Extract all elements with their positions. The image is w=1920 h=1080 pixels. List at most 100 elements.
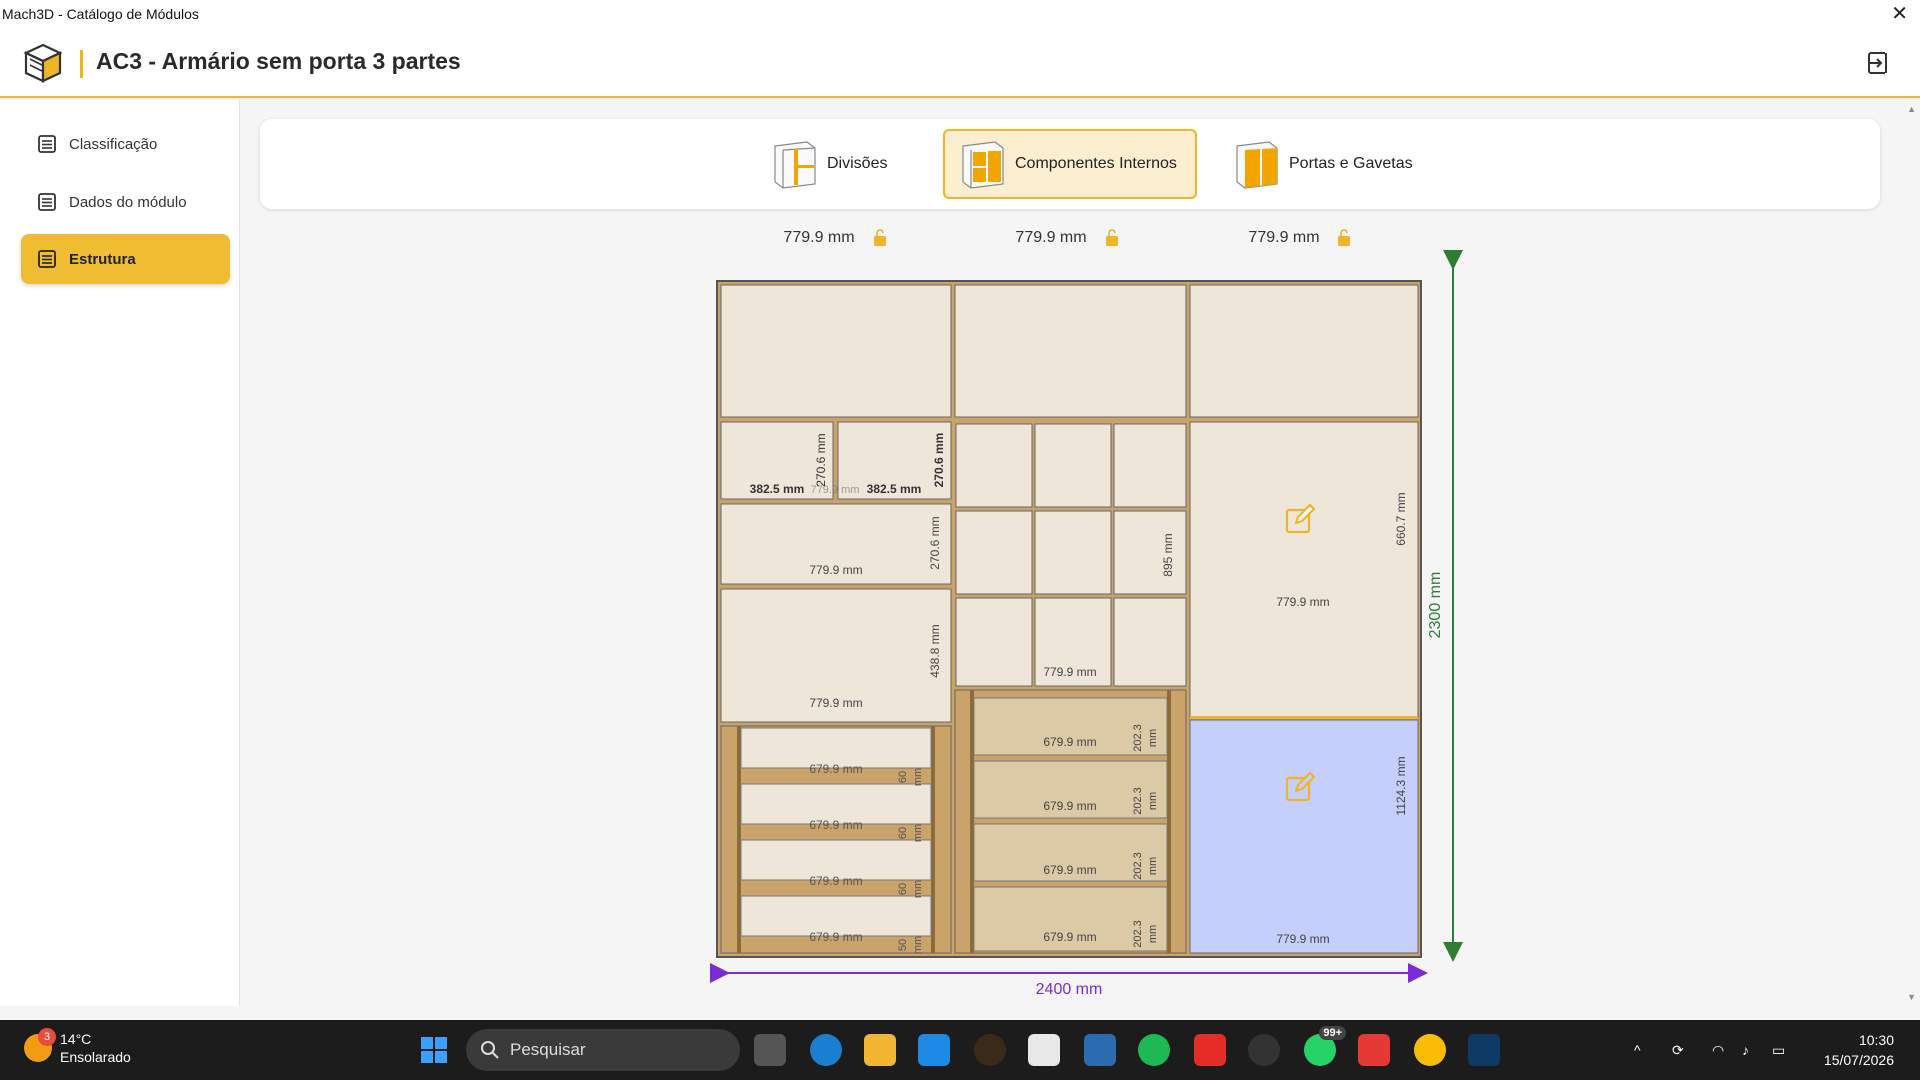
drawer-height-label: 60 [897, 827, 909, 839]
unlock-icon[interactable] [1106, 229, 1118, 246]
grid-width-label: 779.9 mm [1043, 665, 1096, 679]
niche-grid [955, 423, 1187, 687]
compartment-height-label: 1124.3 mm [1394, 756, 1408, 815]
drawer-width-label: 679.9 mm [1043, 930, 1096, 944]
anydesk-icon[interactable] [1358, 1034, 1390, 1066]
niche-height-label: 270.6 mm [814, 433, 828, 486]
app-icon-2[interactable] [1468, 1034, 1500, 1066]
exit-icon[interactable] [1866, 50, 1892, 76]
page-title: AC3 - Armário sem porta 3 partes [96, 48, 461, 74]
drawer-side-panel [931, 726, 935, 953]
weather-desc: Ensolarado [60, 1049, 131, 1065]
top-width-label: 779.9 mm [1015, 229, 1086, 246]
search-icon [481, 1041, 499, 1059]
total-height-label: 2300 mm [1427, 572, 1444, 639]
niche[interactable] [1113, 510, 1187, 595]
niche[interactable] [1113, 597, 1187, 687]
sidebar-item-estrutura[interactable]: Estrutura [21, 234, 230, 284]
list-icon [38, 135, 56, 153]
top-width-label: 779.9 mm [783, 229, 854, 246]
taskbar-clock[interactable]: 10:30 15/07/2026 [1824, 1030, 1894, 1070]
compartment[interactable] [954, 284, 1187, 418]
niche-width-label: 382.5 mm [867, 482, 922, 496]
compartment-height-label: 438.8 mm [928, 624, 942, 677]
compartment-width-label: 779.9 mm [1276, 595, 1329, 609]
drawer-height-label: 60 [897, 771, 909, 783]
header-separator [80, 50, 83, 78]
niche[interactable] [955, 510, 1033, 595]
chatgpt-icon[interactable] [1248, 1034, 1280, 1066]
weather-sun-icon: 3 [24, 1028, 56, 1062]
top-width-label: 779.9 mm [1248, 229, 1319, 246]
compartment[interactable] [1189, 421, 1419, 719]
tray-chevron-icon[interactable]: ^ [1634, 1020, 1641, 1080]
vscode-icon[interactable] [918, 1034, 950, 1066]
drawer-height-unit: mm [912, 768, 924, 786]
niche[interactable] [955, 423, 1033, 508]
niche-width-label: 382.5 mm [750, 482, 805, 496]
sidebar-item-label: Estrutura [69, 250, 136, 268]
chrome-icon[interactable] [1414, 1034, 1446, 1066]
niche[interactable] [1034, 423, 1112, 508]
niche[interactable] [1113, 423, 1187, 508]
drawer-height-unit: mm [912, 880, 924, 898]
main-content: ▲ ▼ Divisões Componentes Internos Portas… [241, 100, 1920, 1006]
drawer-width-label: 679.9 mm [809, 762, 862, 776]
whatsapp-icon[interactable]: 99+ [1304, 1026, 1346, 1066]
cabinet-drawing: 779.9 mm 779.9 mm 779.9 mm 382.5 mm 779.… [710, 229, 1463, 998]
drawer-side-panel [970, 690, 974, 953]
drawer-height-label: 202.3 [1132, 920, 1144, 948]
niche[interactable] [1034, 510, 1112, 595]
taskbar: 3 14°C Ensolarado Pesquisar 99+ ^ ⟳ ◠ ♪ … [0, 1020, 1920, 1080]
mach3d-taskbar-icon[interactable] [1084, 1034, 1116, 1066]
taskbar-search[interactable]: Pesquisar [466, 1029, 740, 1071]
store-icon[interactable] [1028, 1034, 1060, 1066]
edge-icon[interactable] [810, 1034, 842, 1066]
volume-icon[interactable]: ♪ [1742, 1020, 1749, 1080]
unlock-icon[interactable] [1338, 229, 1350, 246]
selected-divider [1190, 716, 1418, 719]
selected-compartment[interactable] [1189, 719, 1419, 954]
total-width-label: 2400 mm [1036, 981, 1103, 998]
drawer-side-panel [737, 726, 741, 953]
task-view-icon[interactable] [754, 1034, 786, 1066]
weather-widget[interactable]: 3 14°C Ensolarado [24, 1028, 131, 1066]
drawer-width-label: 679.9 mm [809, 818, 862, 832]
compartment-width-label: 779.9 mm [809, 563, 862, 577]
youtube-icon[interactable] [1194, 1034, 1226, 1066]
weather-badge: 3 [38, 1028, 56, 1046]
app-logo-icon [23, 43, 63, 83]
sidebar: Classificação Dados do módulo Estrutura [0, 100, 240, 1006]
drawer-height-unit: mm [912, 824, 924, 842]
compartment[interactable] [720, 284, 952, 418]
spotify-icon[interactable] [1138, 1034, 1170, 1066]
list-icon [38, 193, 56, 211]
windows-start-icon[interactable] [418, 1034, 450, 1066]
drawer-height-label: 50 [897, 939, 909, 951]
clock-time: 10:30 [1858, 1032, 1894, 1048]
drawer-height-unit: mm [1147, 857, 1159, 875]
window-titlebar: Mach3D - Catálogo de Módulos ✕ [0, 0, 1920, 28]
drawer-width-label: 679.9 mm [1043, 735, 1096, 749]
wifi-icon[interactable]: ◠ [1712, 1020, 1724, 1080]
sidebar-item-classificacao[interactable]: Classificação [21, 119, 230, 169]
app-icon[interactable] [974, 1034, 1006, 1066]
niche-height-label: 270.6 mm [932, 433, 946, 488]
search-placeholder: Pesquisar [510, 1040, 586, 1059]
drawer-height-label: 202.3 [1132, 852, 1144, 880]
weather-temp: 14°C [60, 1031, 92, 1047]
sidebar-item-dados-do-modulo[interactable]: Dados do módulo [21, 177, 230, 227]
close-icon[interactable]: ✕ [1891, 0, 1908, 28]
niche[interactable] [955, 597, 1033, 687]
file-explorer-icon[interactable] [864, 1034, 896, 1066]
app-header: AC3 - Armário sem porta 3 partes [0, 28, 1920, 98]
battery-icon[interactable]: ▭ [1772, 1020, 1785, 1080]
unlock-icon[interactable] [874, 229, 886, 246]
sync-icon[interactable]: ⟳ [1672, 1020, 1684, 1080]
drawer-height-label: 60 [897, 883, 909, 895]
compartment-width-label: 779.9 mm [809, 696, 862, 710]
clock-date: 15/07/2026 [1823, 1052, 1894, 1068]
drawer-height-label: 202.3 [1132, 724, 1144, 752]
compartment[interactable] [1189, 284, 1419, 418]
compartment-width-label: 779.9 mm [1276, 932, 1329, 946]
